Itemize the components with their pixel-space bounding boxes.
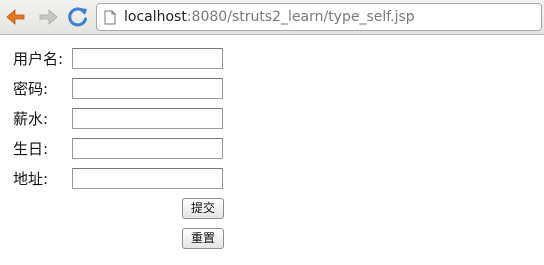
address-input[interactable] — [72, 168, 223, 189]
url-path: :8080/struts2_learn/type_self.jsp — [186, 9, 415, 25]
page-icon — [104, 10, 116, 25]
salary-label: 薪水: — [13, 110, 49, 128]
username-input[interactable] — [72, 48, 223, 69]
submit-button[interactable]: 提交 — [182, 198, 224, 219]
username-label: 用户名: — [13, 50, 64, 68]
url-host: localhost — [124, 9, 187, 25]
reload-button[interactable] — [66, 5, 90, 29]
password-label: 密码: — [13, 80, 49, 98]
reload-icon — [68, 7, 87, 27]
reset-button[interactable]: 重置 — [182, 228, 224, 249]
address-label: 地址: — [13, 170, 49, 188]
back-button[interactable] — [4, 5, 28, 29]
password-input[interactable] — [72, 78, 223, 99]
salary-input[interactable] — [72, 108, 223, 129]
birthday-label: 生日: — [13, 140, 49, 158]
url-text: localhost:8080/struts2_learn/type_self.j… — [124, 9, 415, 25]
forward-button[interactable] — [36, 5, 60, 29]
forward-arrow-icon — [39, 9, 58, 25]
browser-toolbar: localhost:8080/struts2_learn/type_self.j… — [0, 0, 544, 35]
page-content: 用户名: 密码: 薪水: 生日: 地址: 提交 重置 — [0, 35, 544, 265]
birthday-input[interactable] — [72, 138, 223, 159]
address-bar[interactable]: localhost:8080/struts2_learn/type_self.j… — [96, 3, 542, 31]
back-arrow-icon — [6, 9, 25, 25]
